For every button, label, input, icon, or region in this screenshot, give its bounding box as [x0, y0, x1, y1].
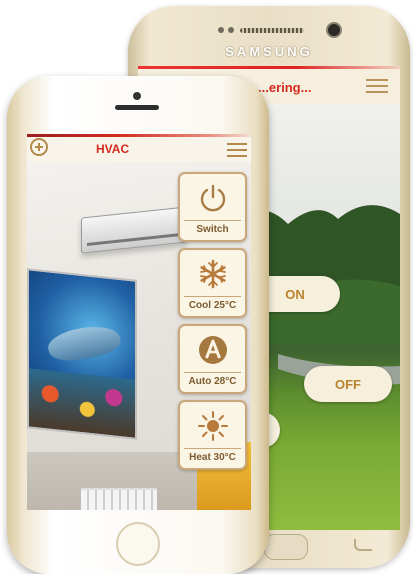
heat-label: Heat 30°C	[189, 452, 236, 463]
snowflake-icon	[199, 259, 226, 289]
samsung-menu-icon[interactable]	[366, 75, 388, 95]
iphone-screen: HVAC Switch Cool 25°C Auto 28°C Heat 30°…	[27, 134, 251, 510]
cool-label: Cool 25°C	[188, 300, 237, 311]
hvac-app-header: HVAC	[27, 134, 251, 162]
header-accent-line	[138, 66, 400, 69]
painting-image	[27, 268, 137, 440]
page-title: HVAC	[96, 142, 130, 156]
iphone: HVAC Switch Cool 25°C Auto 28°C Heat 30°…	[7, 76, 269, 574]
front-camera-icon	[328, 24, 340, 36]
separator	[184, 296, 241, 297]
front-camera-icon	[133, 92, 141, 100]
auto-label: Auto 28°C	[188, 376, 237, 387]
sun-icon	[197, 411, 228, 441]
reef-image	[29, 368, 135, 438]
header-accent-line	[27, 134, 251, 137]
samsung-app-title: ...ering...	[258, 80, 312, 95]
brand-logo: SAMSUNG	[225, 44, 313, 59]
separator	[184, 220, 241, 221]
separator	[184, 372, 241, 373]
separator	[184, 448, 241, 449]
off-button[interactable]: OFF	[304, 366, 392, 402]
auto-mode-icon	[198, 336, 227, 364]
switch-button[interactable]: Switch	[178, 172, 247, 242]
auto-mode-button[interactable]: Auto 28°C	[178, 324, 247, 394]
radiator-image	[81, 488, 157, 510]
proximity-sensor	[218, 27, 224, 33]
heat-mode-button[interactable]: Heat 30°C	[178, 400, 247, 470]
cool-mode-button[interactable]: Cool 25°C	[178, 248, 247, 318]
back-icon[interactable]	[354, 539, 372, 551]
light-sensor	[228, 27, 234, 33]
iphone-home-button[interactable]	[116, 522, 160, 566]
dolphin-image	[44, 320, 124, 366]
earpiece-speaker	[240, 28, 304, 33]
earpiece-speaker	[115, 105, 159, 110]
power-icon	[200, 184, 225, 212]
samsung-home-button[interactable]	[264, 534, 308, 560]
air-conditioner-image	[81, 206, 187, 254]
switch-label: Switch	[196, 224, 229, 235]
menu-icon[interactable]	[227, 139, 247, 157]
add-icon[interactable]	[30, 138, 48, 156]
